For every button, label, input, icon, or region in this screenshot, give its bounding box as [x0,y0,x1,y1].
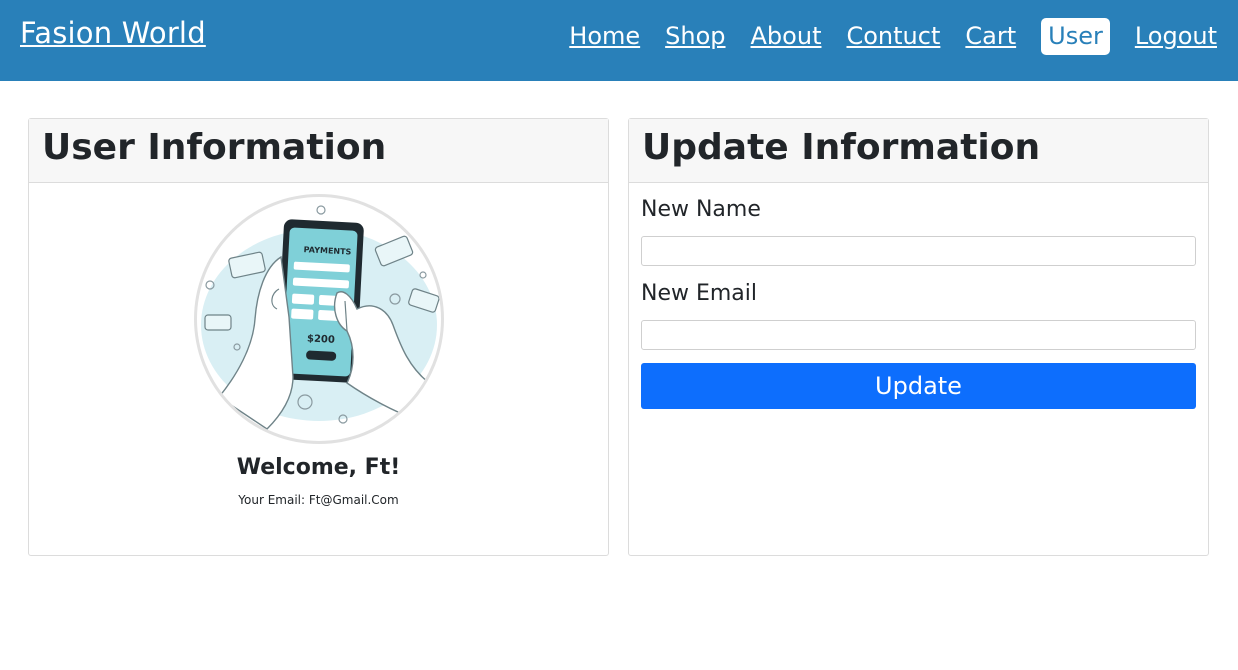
payment-phone-illustration-icon: PAYMENTS $200 [201,205,440,430]
top-navbar: Fasion World Home Shop About Contuct Car… [0,0,1238,81]
nav-shop-link[interactable]: Shop [665,18,725,55]
welcome-message: Welcome, Ft! [236,455,401,480]
nav-links: Home Shop About Contuct Cart User Logout [544,18,1217,55]
update-button[interactable]: Update [641,363,1196,409]
brand-link[interactable]: Fasion World [20,16,206,50]
user-information-card: User Information PAYMENTS $200 Welcome, … [28,118,609,556]
user-avatar: PAYMENTS $200 [194,194,444,444]
new-email-label: New Email [641,281,758,306]
new-email-input[interactable] [641,320,1196,350]
nav-about-link[interactable]: About [751,18,822,55]
user-card-header: User Information [29,119,608,183]
illustration-amount: $200 [307,333,335,345]
update-card-title: Update Information [642,127,1041,168]
update-information-card: Update Information New Name New Email Up… [628,118,1209,556]
new-name-input[interactable] [641,236,1196,266]
nav-contact-link[interactable]: Contuct [846,18,940,55]
nav-user-link[interactable]: User [1041,18,1110,55]
user-card-title: User Information [42,127,387,168]
nav-cart-link[interactable]: Cart [965,18,1016,55]
update-form: New Name New Email Update [641,195,1197,409]
new-name-label: New Name [641,197,761,222]
update-card-header: Update Information [629,119,1208,183]
nav-logout-link[interactable]: Logout [1135,18,1217,55]
nav-home-link[interactable]: Home [569,18,640,55]
user-email-text: Your Email: Ft@Gmail.Com [238,493,399,507]
